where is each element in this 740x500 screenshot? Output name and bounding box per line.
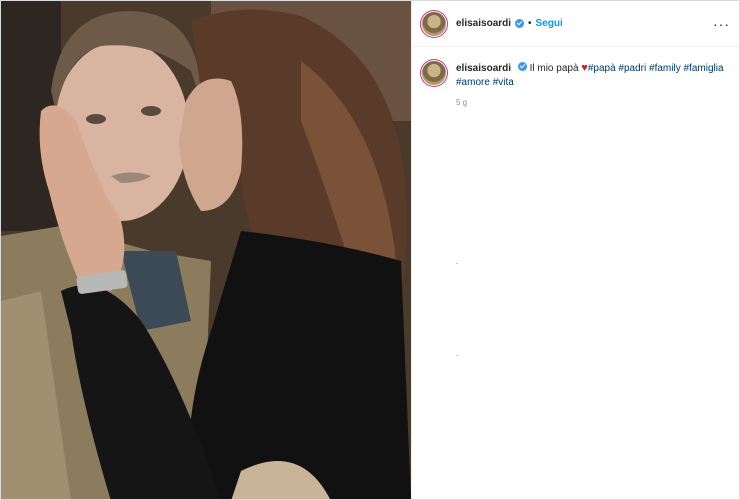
caption-verified-icon <box>517 62 527 71</box>
post-header: elisaisoardi • Segui ··· <box>412 1 739 47</box>
hashtag-link[interactable]: #papà <box>588 63 616 74</box>
follow-button[interactable]: Segui <box>536 18 563 29</box>
username-link[interactable]: elisaisoardi <box>456 18 511 29</box>
more-horizontal-icon[interactable]: ··· <box>713 17 730 31</box>
hashtag-link[interactable]: #family <box>649 63 681 74</box>
separator-dot: • <box>528 18 532 29</box>
post-side-panel: elisaisoardi • Segui ··· elisaisoardi Il… <box>411 1 739 499</box>
hashtag-link[interactable]: #padri <box>618 63 646 74</box>
post-window: elisaisoardi • Segui ··· elisaisoardi Il… <box>0 0 740 500</box>
hashtag-link[interactable]: #vita <box>493 77 514 88</box>
caption-username[interactable]: elisaisoardi <box>456 63 511 74</box>
caption-text: Il mio papà <box>529 63 579 74</box>
hashtag-link[interactable]: #amore <box>456 77 490 88</box>
post-photo[interactable] <box>1 1 411 499</box>
verified-badge-icon <box>515 19 525 28</box>
caption-text-block: elisaisoardi Il mio papà ♥#papà #padri #… <box>456 61 726 90</box>
caption-avatar[interactable] <box>422 61 446 85</box>
photo-illustration <box>1 1 411 499</box>
artifact-speck <box>456 263 458 264</box>
artifact-speck <box>456 355 458 356</box>
user-avatar[interactable] <box>422 11 446 36</box>
post-caption: elisaisoardi Il mio papà ♥#papà #padri #… <box>412 47 739 90</box>
post-timestamp: 5 g <box>456 98 468 107</box>
hashtag-link[interactable]: #famiglia <box>683 63 723 74</box>
